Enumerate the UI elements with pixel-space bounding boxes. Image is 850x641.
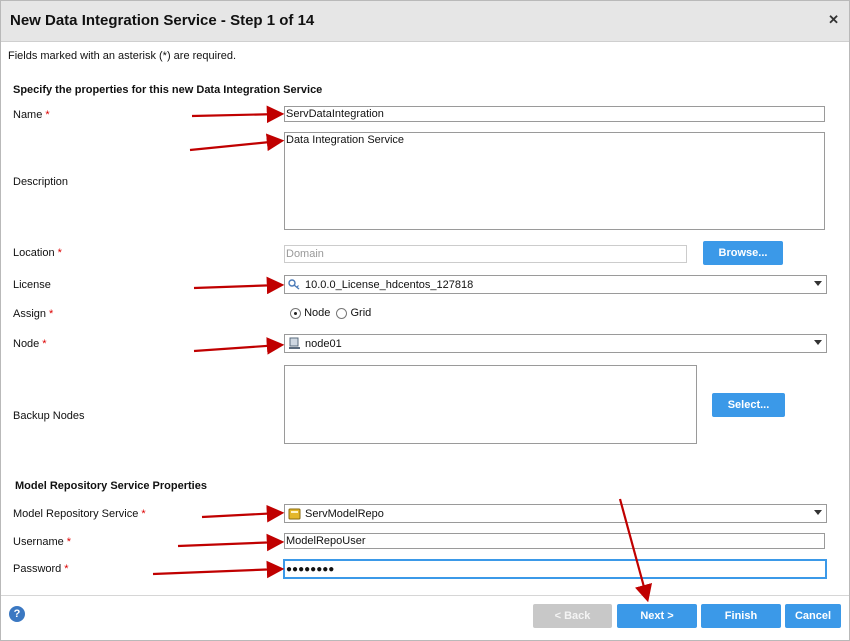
assign-radio-group: Node Grid [290, 307, 371, 319]
username-label: Username * [13, 536, 72, 548]
section-heading-model-repository: Model Repository Service Properties [15, 480, 207, 492]
radio-grid-label: Grid [350, 307, 372, 319]
radio-grid[interactable] [336, 307, 348, 319]
description-label: Description [13, 176, 69, 188]
cancel-button[interactable]: Cancel [785, 604, 841, 628]
backup-nodes-list[interactable] [284, 365, 697, 444]
back-button[interactable]: < Back [533, 604, 612, 628]
chevron-down-icon[interactable] [814, 281, 822, 286]
node-select[interactable]: node01 [284, 334, 827, 353]
browse-button[interactable]: Browse... [703, 241, 783, 265]
model-repository-service-select[interactable]: ServModelRepo [284, 504, 827, 523]
license-value: 10.0.0_License_hdcentos_127818 [305, 278, 474, 291]
password-input[interactable]: ●●●●●●●● [283, 559, 827, 579]
password-label: Password * [13, 563, 69, 575]
assign-label: Assign * [13, 308, 54, 320]
required-note: Fields marked with an asterisk (*) are r… [8, 50, 237, 62]
dialog-titlebar: New Data Integration Service - Step 1 of… [1, 1, 849, 42]
location-label: Location * [13, 247, 62, 259]
model-repository-service-label: Model Repository Service * [13, 508, 146, 520]
repository-icon [288, 507, 301, 520]
license-select[interactable]: 10.0.0_License_hdcentos_127818 [284, 275, 827, 294]
description-textarea[interactable]: Data Integration Service [284, 132, 825, 230]
license-label: License [13, 279, 51, 291]
chevron-down-icon[interactable] [814, 510, 822, 515]
username-input[interactable]: ModelRepoUser [284, 533, 825, 549]
dialog-title: New Data Integration Service - Step 1 of… [10, 12, 315, 29]
node-icon [288, 337, 301, 350]
location-input[interactable]: Domain [284, 245, 687, 263]
footer-divider [1, 595, 849, 596]
select-backup-nodes-button[interactable]: Select... [712, 393, 785, 417]
model-repository-service-value: ServModelRepo [305, 507, 384, 520]
backup-nodes-label: Backup Nodes [13, 410, 85, 422]
name-label: Name * [13, 109, 50, 121]
radio-node-label: Node [304, 307, 331, 319]
finish-button[interactable]: Finish [701, 604, 781, 628]
key-icon [288, 278, 301, 291]
node-label: Node * [13, 338, 47, 350]
help-icon[interactable]: ? [9, 606, 25, 622]
chevron-down-icon[interactable] [814, 340, 822, 345]
new-service-dialog: New Data Integration Service - Step 1 of… [0, 0, 850, 641]
radio-node[interactable] [290, 307, 301, 319]
node-value: node01 [305, 337, 342, 350]
name-input[interactable]: ServDataIntegration [284, 106, 825, 122]
section-heading-properties: Specify the properties for this new Data… [13, 84, 323, 96]
next-button[interactable]: Next > [617, 604, 697, 628]
close-icon[interactable]: ✕ [828, 12, 839, 28]
